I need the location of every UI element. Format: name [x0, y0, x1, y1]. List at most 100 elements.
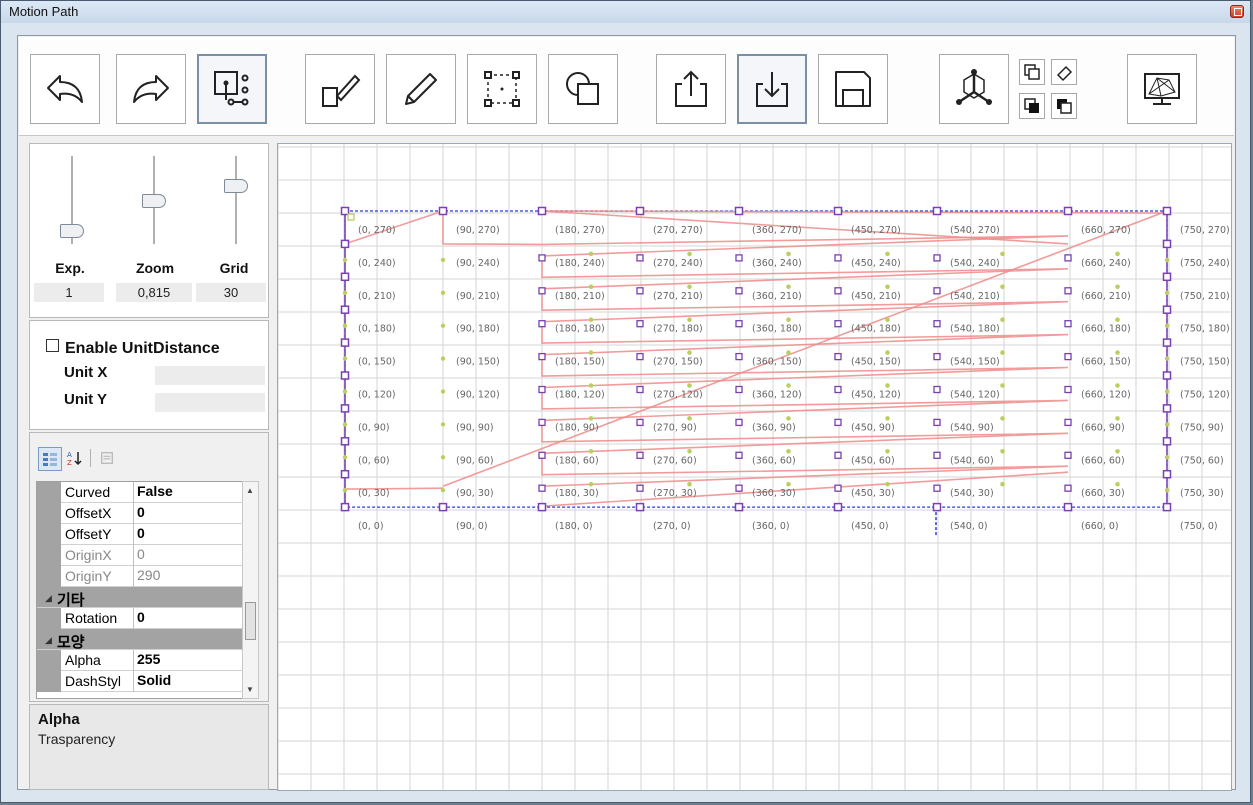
control-point-dot [1000, 383, 1005, 388]
property-value[interactable]: 0 [137, 609, 145, 625]
window-title: Motion Path [9, 4, 79, 19]
path-node-marker [636, 352, 644, 361]
property-pages-icon[interactable] [96, 447, 118, 469]
zoom-slider-thumb[interactable] [142, 194, 166, 208]
point-label: (270, 150) [653, 357, 703, 368]
3d-axis-button[interactable] [939, 54, 1009, 124]
control-point-dot [786, 317, 791, 322]
control-point-dot [1115, 251, 1120, 257]
property-value[interactable]: 255 [137, 651, 160, 667]
bounding-box-button[interactable] [467, 54, 537, 124]
point-label: (450, 150) [851, 357, 901, 368]
undo-button[interactable] [30, 54, 100, 124]
point-label: (360, 150) [752, 357, 802, 368]
slider-panel: Exp. Zoom Grid 1 0,815 30 [29, 143, 269, 318]
control-point-dot [440, 422, 446, 427]
path-node-marker [833, 206, 843, 216]
property-value[interactable]: Solid [137, 672, 171, 688]
path-node-marker [1162, 305, 1172, 314]
path-node-marker [340, 272, 350, 282]
categorized-view-icon[interactable] [38, 447, 62, 471]
control-point-dot [1115, 317, 1120, 322]
alphabetical-sort-icon[interactable]: AZ [64, 447, 86, 469]
property-row[interactable]: Alpha 255 [37, 650, 245, 671]
property-value[interactable]: 290 [137, 567, 160, 583]
exp-label: Exp. [55, 260, 85, 276]
select-points-button[interactable] [197, 54, 267, 124]
grid-slider-thumb[interactable] [224, 179, 248, 193]
path-node-marker [735, 451, 743, 459]
property-value[interactable]: 0 [137, 546, 145, 562]
point-label: (90, 60) [456, 455, 494, 466]
path-node-marker [1064, 484, 1072, 492]
pencil-button[interactable] [386, 54, 456, 124]
exp-slider[interactable] [52, 156, 92, 256]
property-separator [133, 524, 134, 545]
point-label: (750, 60) [1180, 455, 1224, 466]
property-category[interactable]: ◢ 기타 [37, 587, 245, 609]
property-row[interactable]: OffsetY 0 [37, 524, 245, 545]
property-scrollbar[interactable]: ▲ ▼ [242, 481, 259, 699]
bring-front-button[interactable] [1019, 93, 1045, 119]
scroll-up-icon[interactable]: ▲ [246, 486, 254, 495]
path-drawing[interactable]: (0, 270) (90, 270) (180, 270) (270, 270) (36… [278, 144, 1232, 791]
close-button[interactable] [1230, 5, 1244, 18]
property-row[interactable]: OriginX 0 [37, 545, 245, 566]
path-node-marker [635, 206, 645, 216]
property-value[interactable]: 0 [137, 525, 145, 541]
zoom-slider[interactable] [134, 156, 174, 256]
property-row[interactable]: DashStyl Solid [37, 671, 245, 692]
unit-x-field[interactable] [155, 366, 265, 385]
property-row[interactable]: OriginY 290 [37, 566, 245, 587]
control-point-dot [1164, 290, 1170, 295]
erase-button[interactable] [1051, 59, 1077, 85]
path-node-marker [538, 418, 546, 427]
send-back-button[interactable] [1051, 93, 1077, 119]
enable-unit-distance-checkbox[interactable]: Enable UnitDistance [46, 339, 220, 358]
property-gutter [37, 608, 61, 629]
control-point-dot [687, 251, 692, 257]
property-value[interactable]: 0 [137, 504, 145, 520]
property-row[interactable]: OffsetX 0 [37, 503, 245, 524]
save-button[interactable] [818, 54, 888, 124]
point-label: (270, 210) [653, 291, 703, 302]
export-button[interactable] [656, 54, 726, 124]
path-node-marker [933, 352, 941, 361]
export-icon [675, 70, 707, 107]
property-row[interactable]: Rotation 0 [37, 608, 245, 629]
preview-button[interactable] [1127, 54, 1197, 124]
unit-y-field[interactable] [155, 393, 265, 412]
control-point-dot [588, 416, 594, 421]
path-node-marker [735, 320, 743, 328]
point-label: (270, 180) [653, 324, 703, 335]
path-node-marker [933, 484, 941, 492]
property-table: Curved False OffsetX 0 OffsetY 0 OriginX 0 Origi… [36, 481, 246, 699]
point-label: (270, 120) [653, 390, 703, 401]
exp-slider-thumb[interactable] [60, 224, 84, 238]
control-point-dot [1000, 416, 1005, 421]
property-value[interactable]: False [137, 483, 173, 499]
collapse-triangle-icon[interactable]: ◢ [45, 635, 52, 646]
shapes-button[interactable] [548, 54, 618, 124]
property-gutter [37, 545, 61, 566]
import-button[interactable] [737, 54, 807, 124]
scroll-down-icon[interactable]: ▼ [246, 685, 254, 694]
property-row[interactable]: Curved False [37, 482, 245, 503]
scrollbar-thumb[interactable] [245, 602, 256, 640]
draw-line-button[interactable] [305, 54, 375, 124]
redo-button[interactable] [116, 54, 186, 124]
point-label: (450, 0) [851, 521, 889, 532]
motion-path-canvas[interactable]: (0, 270) (90, 270) (180, 270) (270, 270) (36… [277, 143, 1232, 791]
point-label: (750, 270) [1180, 225, 1230, 236]
point-label: (540, 120) [950, 390, 1000, 401]
send-back-icon [1057, 99, 1072, 114]
collapse-triangle-icon[interactable]: ◢ [45, 593, 52, 604]
property-category[interactable]: ◢ 모양 [37, 629, 245, 651]
copy-button[interactable] [1019, 59, 1045, 85]
control-point-dot [1164, 257, 1170, 263]
path-node-marker [735, 287, 743, 295]
checkbox-box[interactable] [46, 339, 59, 352]
path-node-marker [538, 320, 546, 328]
bounding-box-icon [484, 71, 520, 107]
grid-slider[interactable] [216, 156, 256, 256]
